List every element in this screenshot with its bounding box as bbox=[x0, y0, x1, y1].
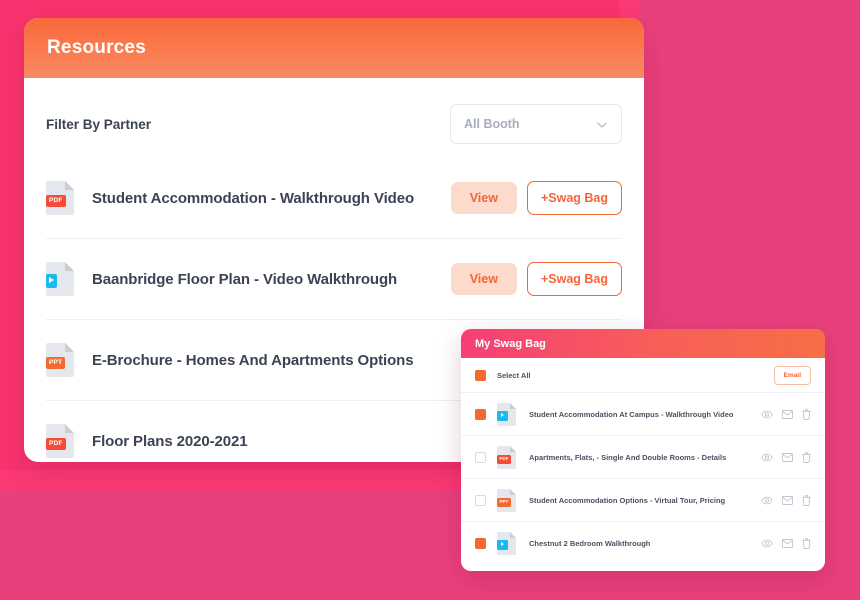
resource-actions: View +Swag Bag bbox=[450, 181, 622, 215]
swag-bag-item[interactable]: PDF Apartments, Flats, - Single And Doub… bbox=[461, 436, 825, 479]
resource-row[interactable]: PDF Student Accommodation - Walkthrough … bbox=[46, 158, 622, 239]
swag-bag-panel: My Swag Bag Select All Email Student Acc… bbox=[461, 329, 825, 571]
swag-item-actions bbox=[761, 451, 811, 463]
partner-filter-value: All Booth bbox=[464, 117, 520, 131]
pdf-file-icon: PDF bbox=[497, 445, 516, 469]
swag-item-title: Apartments, Flats, - Single And Double R… bbox=[529, 452, 727, 462]
ppt-file-icon: PPT bbox=[497, 488, 516, 512]
swag-item-checkbox[interactable] bbox=[475, 451, 486, 463]
trash-icon[interactable] bbox=[802, 451, 811, 463]
trash-icon[interactable] bbox=[802, 408, 811, 420]
eye-icon[interactable] bbox=[761, 539, 773, 548]
resource-title: Student Accommodation - Walkthrough Vide… bbox=[92, 189, 415, 207]
swag-bag-item[interactable]: Student Accommodation At Campus - Walkth… bbox=[461, 393, 825, 436]
play-icon bbox=[501, 413, 504, 417]
video-file-icon bbox=[497, 402, 516, 426]
pdf-file-icon: PDF bbox=[46, 181, 74, 215]
trash-icon[interactable] bbox=[802, 494, 811, 506]
resource-row[interactable]: Baanbridge Floor Plan - Video Walkthroug… bbox=[46, 239, 622, 320]
video-file-icon bbox=[497, 531, 516, 555]
email-button[interactable]: Email bbox=[773, 365, 811, 385]
swag-bag-item[interactable]: Chestnut 2 Bedroom Walkthrough bbox=[461, 522, 825, 564]
play-icon bbox=[49, 276, 54, 283]
envelope-icon[interactable] bbox=[782, 452, 793, 462]
trash-icon[interactable] bbox=[802, 537, 811, 549]
swag-item-actions bbox=[761, 494, 811, 506]
file-type-badge: PPT bbox=[497, 498, 511, 507]
ppt-file-icon: PPT bbox=[46, 343, 74, 377]
filter-label: Filter By Partner bbox=[46, 116, 152, 132]
resources-card-header: Resources bbox=[24, 18, 644, 78]
resource-title: Baanbridge Floor Plan - Video Walkthroug… bbox=[92, 270, 398, 288]
eye-icon[interactable] bbox=[761, 453, 773, 462]
select-all-label: Select All bbox=[497, 370, 531, 380]
add-to-swag-bag-button[interactable]: +Swag Bag bbox=[526, 262, 622, 296]
eye-icon[interactable] bbox=[761, 410, 773, 419]
video-file-icon bbox=[46, 262, 74, 296]
swag-item-actions bbox=[761, 537, 811, 549]
page-title: Resources bbox=[47, 37, 146, 58]
swag-item-title: Student Accommodation At Campus - Walkth… bbox=[529, 409, 734, 419]
envelope-icon[interactable] bbox=[782, 538, 793, 548]
swag-item-checkbox[interactable] bbox=[475, 494, 486, 506]
pdf-file-icon: PDF bbox=[46, 424, 74, 458]
view-button[interactable]: View bbox=[450, 182, 517, 214]
file-type-badge: PPT bbox=[46, 356, 66, 369]
swag-bag-header: My Swag Bag bbox=[461, 329, 825, 358]
swag-item-actions bbox=[761, 408, 811, 420]
swag-bag-item[interactable]: PPT Student Accommodation Options - Virt… bbox=[461, 479, 825, 522]
file-type-badge: PDF bbox=[46, 437, 66, 450]
partner-filter-select[interactable]: All Booth bbox=[450, 104, 622, 144]
swag-item-checkbox[interactable] bbox=[475, 537, 486, 549]
filter-row: Filter By Partner All Booth bbox=[24, 78, 644, 144]
play-badge bbox=[497, 411, 508, 421]
file-type-badge: PDF bbox=[46, 194, 66, 207]
envelope-icon[interactable] bbox=[782, 495, 793, 505]
eye-icon[interactable] bbox=[761, 496, 773, 505]
select-all-group: Select All bbox=[475, 369, 531, 381]
add-to-swag-bag-button[interactable]: +Swag Bag bbox=[526, 181, 622, 215]
select-all-checkbox[interactable] bbox=[475, 369, 486, 381]
swag-item-title: Chestnut 2 Bedroom Walkthrough bbox=[529, 538, 651, 548]
select-all-row: Select All Email bbox=[461, 358, 825, 393]
envelope-icon[interactable] bbox=[782, 409, 793, 419]
swag-item-title: Student Accommodation Options - Virtual … bbox=[529, 495, 726, 505]
view-button[interactable]: View bbox=[450, 263, 517, 295]
swag-bag-title: My Swag Bag bbox=[475, 337, 546, 350]
play-badge bbox=[497, 540, 508, 550]
resource-actions: View +Swag Bag bbox=[450, 262, 622, 296]
play-badge bbox=[46, 273, 57, 288]
file-type-badge: PDF bbox=[497, 455, 511, 464]
chevron-down-icon bbox=[596, 118, 608, 130]
play-icon bbox=[501, 542, 504, 546]
swag-item-checkbox[interactable] bbox=[475, 408, 486, 420]
